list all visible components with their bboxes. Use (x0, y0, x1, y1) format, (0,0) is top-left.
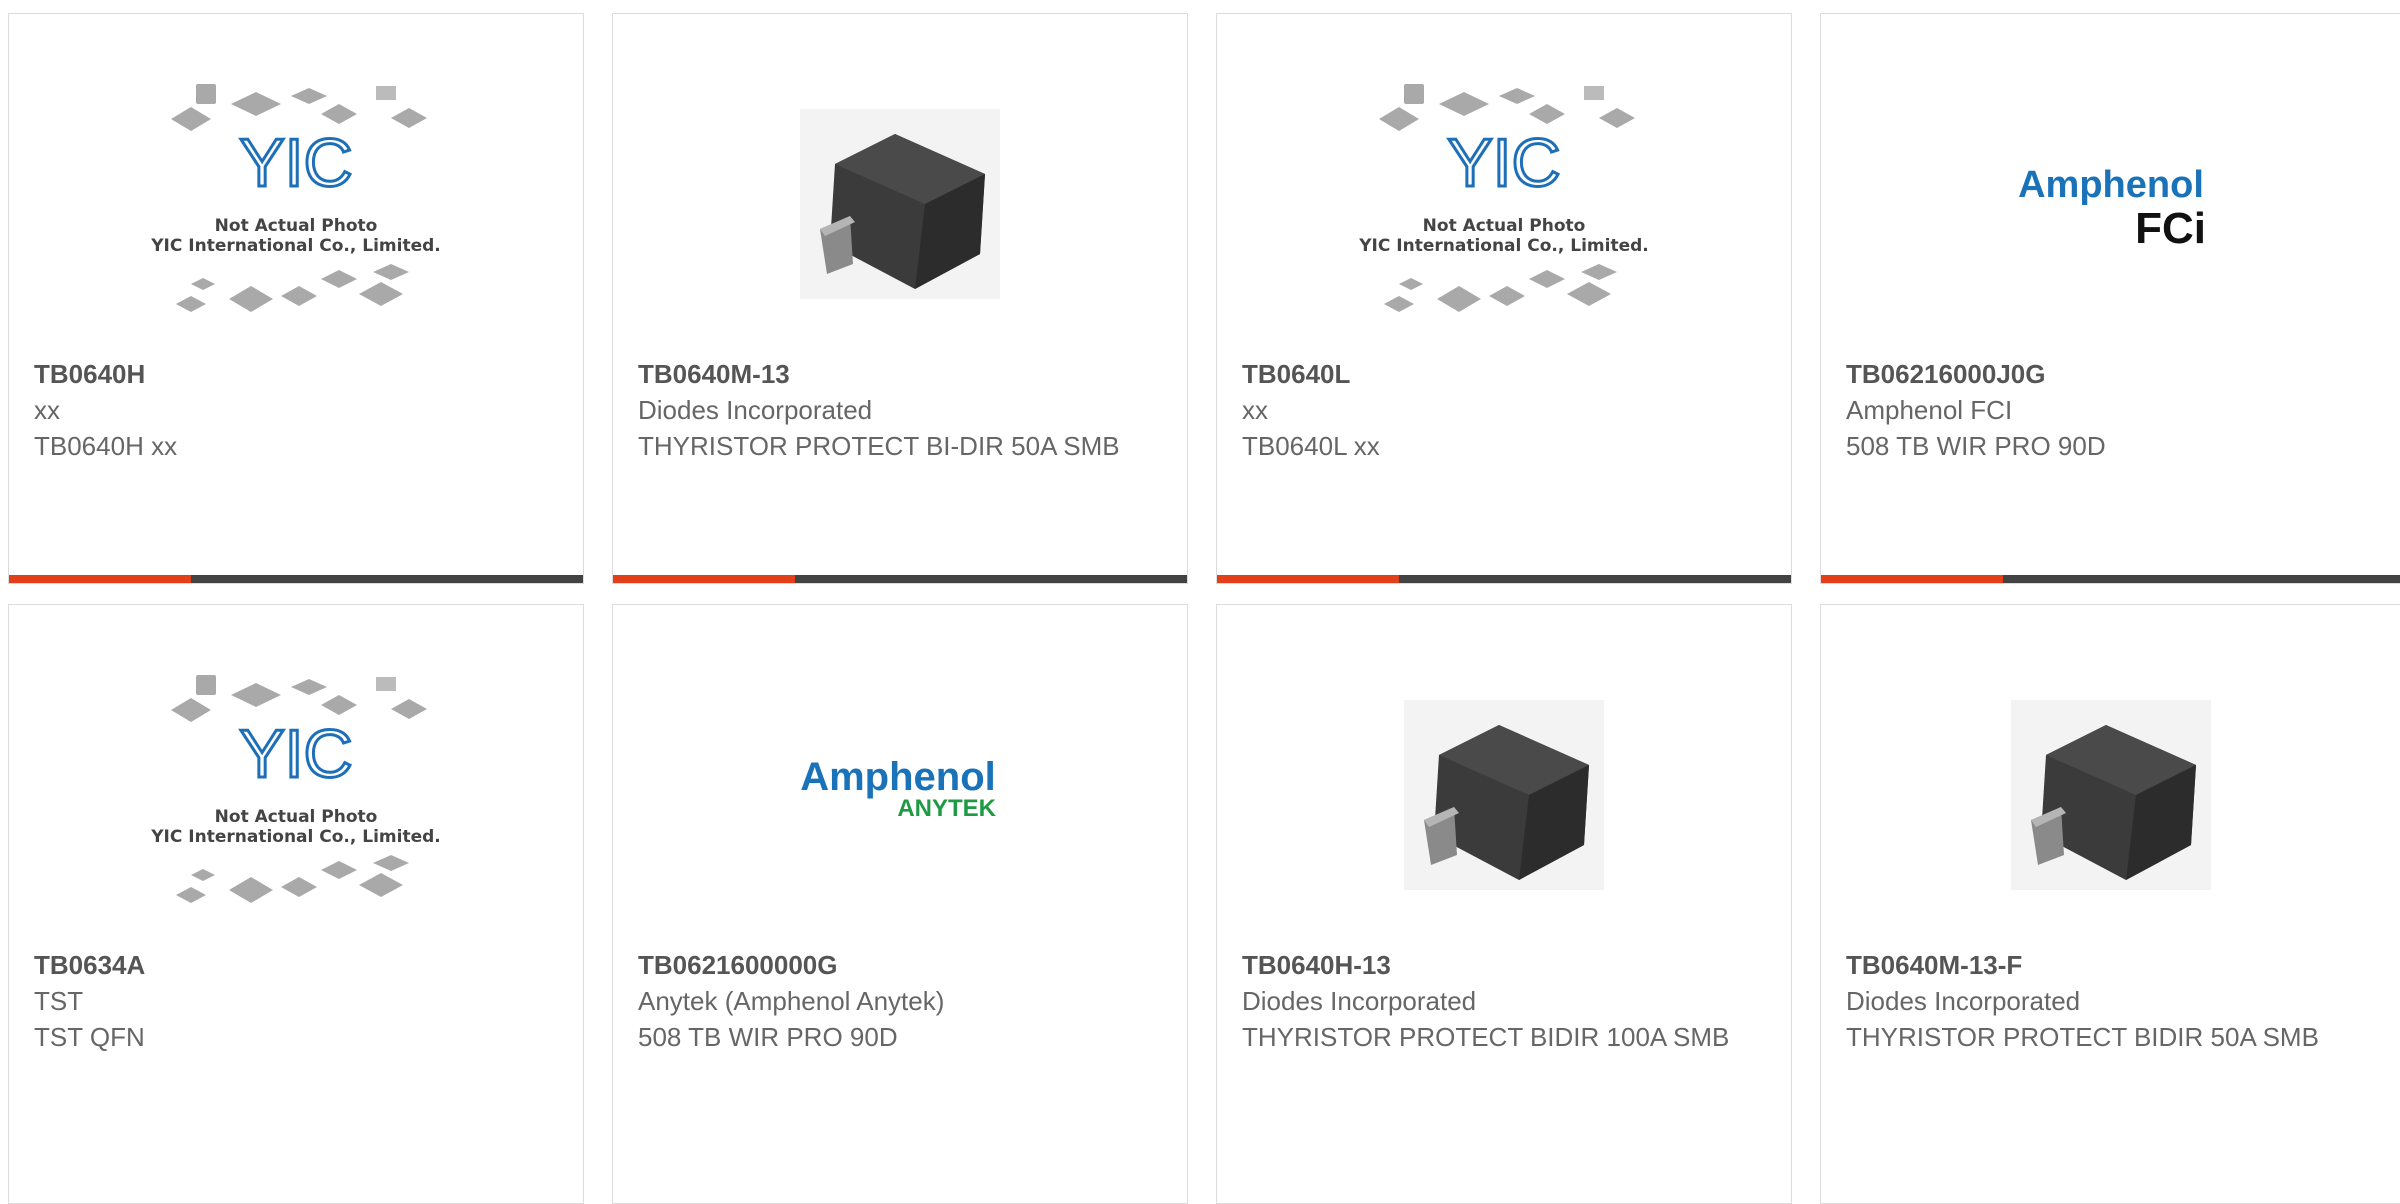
product-image: Amphenol FCi (1821, 54, 2400, 354)
product-card[interactable]: YIC Not Actual Photo YIC International C… (8, 604, 584, 1204)
part-number[interactable]: TB06216000J0G (1846, 356, 2380, 392)
product-image (613, 54, 1187, 354)
smb-package-image (2010, 700, 2211, 890)
svg-text:YIC: YIC (239, 125, 352, 201)
part-number[interactable]: TB0640H-13 (1242, 947, 1771, 983)
product-info: TB0640H-13 Diodes Incorporated THYRISTOR… (1242, 947, 1771, 1055)
amphenol-fci-logo: Amphenol FCi (2018, 164, 2206, 253)
description: THYRISTOR PROTECT BIDIR 100A SMB (1242, 1022, 1730, 1052)
manufacturer: Anytek (Amphenol Anytek) (638, 986, 945, 1016)
svg-text:FCi: FCi (2135, 204, 2206, 253)
svg-text:Not Actual Photo: Not Actual Photo (1423, 216, 1586, 236)
part-number[interactable]: TB0640H (34, 356, 563, 392)
product-info: TB0640M-13 Diodes Incorporated THYRISTOR… (638, 356, 1167, 464)
manufacturer: TST (34, 986, 84, 1016)
svg-text:YIC: YIC (239, 716, 352, 792)
svg-text:Amphenol: Amphenol (800, 755, 996, 799)
description: TB0640H xx (34, 431, 178, 461)
product-card[interactable]: TB0640M-13 Diodes Incorporated THYRISTOR… (612, 13, 1188, 584)
svg-text:YIC: YIC (1447, 125, 1560, 201)
product-card[interactable]: YIC Not Actual Photo YIC International C… (8, 13, 584, 584)
product-card[interactable]: YIC Not Actual Photo YIC International C… (1216, 13, 1792, 584)
description: TB0640L xx (1242, 431, 1380, 461)
part-number[interactable]: TB0640M-13-F (1846, 947, 2380, 983)
not-actual-photo-placeholder: YIC Not Actual Photo YIC International C… (1359, 84, 1649, 312)
description: TST QFN (34, 1022, 145, 1052)
product-image: Amphenol ANYTEK (613, 645, 1187, 945)
product-info: TB0640M-13-F Diodes Incorporated THYRIST… (1846, 947, 2380, 1055)
product-info: TB0640L xx TB0640L xx (1242, 356, 1771, 464)
description: 508 TB WIR PRO 90D (638, 1022, 898, 1052)
svg-text:ANYTEK: ANYTEK (897, 795, 996, 822)
part-number[interactable]: TB0640M-13 (638, 356, 1167, 392)
product-info: TB0621600000G Anytek (Amphenol Anytek) 5… (638, 947, 1167, 1055)
product-image: YIC Not Actual Photo YIC International C… (1217, 54, 1791, 354)
card-accent-bar (9, 575, 583, 583)
svg-text:Not Actual Photo: Not Actual Photo (215, 216, 378, 236)
product-card[interactable]: TB0640M-13-F Diodes Incorporated THYRIST… (1820, 604, 2400, 1204)
svg-text:YIC International Co., Limited: YIC International Co., Limited. (151, 827, 441, 847)
manufacturer: Diodes Incorporated (638, 395, 873, 425)
svg-text:Not Actual Photo: Not Actual Photo (215, 807, 378, 827)
product-info: TB0634A TST TST QFN (34, 947, 563, 1055)
product-info: TB06216000J0G Amphenol FCI 508 TB WIR PR… (1846, 356, 2380, 464)
product-image: YIC Not Actual Photo YIC International C… (9, 645, 583, 945)
not-actual-photo-placeholder: YIC Not Actual Photo YIC International C… (151, 84, 441, 312)
not-actual-photo-placeholder: YIC Not Actual Photo YIC International C… (151, 675, 441, 903)
product-info: TB0640H xx TB0640H xx (34, 356, 563, 464)
description: THYRISTOR PROTECT BIDIR 50A SMB (1846, 1022, 2319, 1052)
svg-text:Amphenol: Amphenol (2018, 164, 2204, 206)
manufacturer: Diodes Incorporated (1846, 986, 2081, 1016)
part-number[interactable]: TB0634A (34, 947, 563, 983)
smb-package-image (800, 109, 1000, 299)
product-image (1217, 645, 1791, 945)
product-card[interactable]: TB0640H-13 Diodes Incorporated THYRISTOR… (1216, 604, 1792, 1204)
description: THYRISTOR PROTECT BI-DIR 50A SMB (638, 431, 1120, 461)
amphenol-anytek-logo: Amphenol ANYTEK (800, 755, 996, 822)
description: 508 TB WIR PRO 90D (1846, 431, 2106, 461)
product-card[interactable]: Amphenol FCi TB06216000J0G Amphenol FCI … (1820, 13, 2400, 584)
svg-text:YIC International Co., Limited: YIC International Co., Limited. (1359, 236, 1649, 256)
card-accent-bar (1821, 575, 2400, 583)
manufacturer: Amphenol FCI (1846, 395, 2013, 425)
product-card[interactable]: Amphenol ANYTEK TB0621600000G Anytek (Am… (612, 604, 1188, 1204)
smb-package-image (1404, 700, 1604, 890)
manufacturer: Diodes Incorporated (1242, 986, 1477, 1016)
manufacturer: xx (34, 395, 60, 425)
product-image (1821, 645, 2400, 945)
part-number[interactable]: TB0621600000G (638, 947, 1167, 983)
card-accent-bar (613, 575, 1187, 583)
svg-text:YIC International Co., Limited: YIC International Co., Limited. (151, 236, 441, 256)
manufacturer: xx (1242, 395, 1268, 425)
part-number[interactable]: TB0640L (1242, 356, 1771, 392)
product-grid: YIC Not Actual Photo YIC International C… (0, 0, 2400, 1204)
product-image: YIC Not Actual Photo YIC International C… (9, 54, 583, 354)
card-accent-bar (1217, 575, 1791, 583)
